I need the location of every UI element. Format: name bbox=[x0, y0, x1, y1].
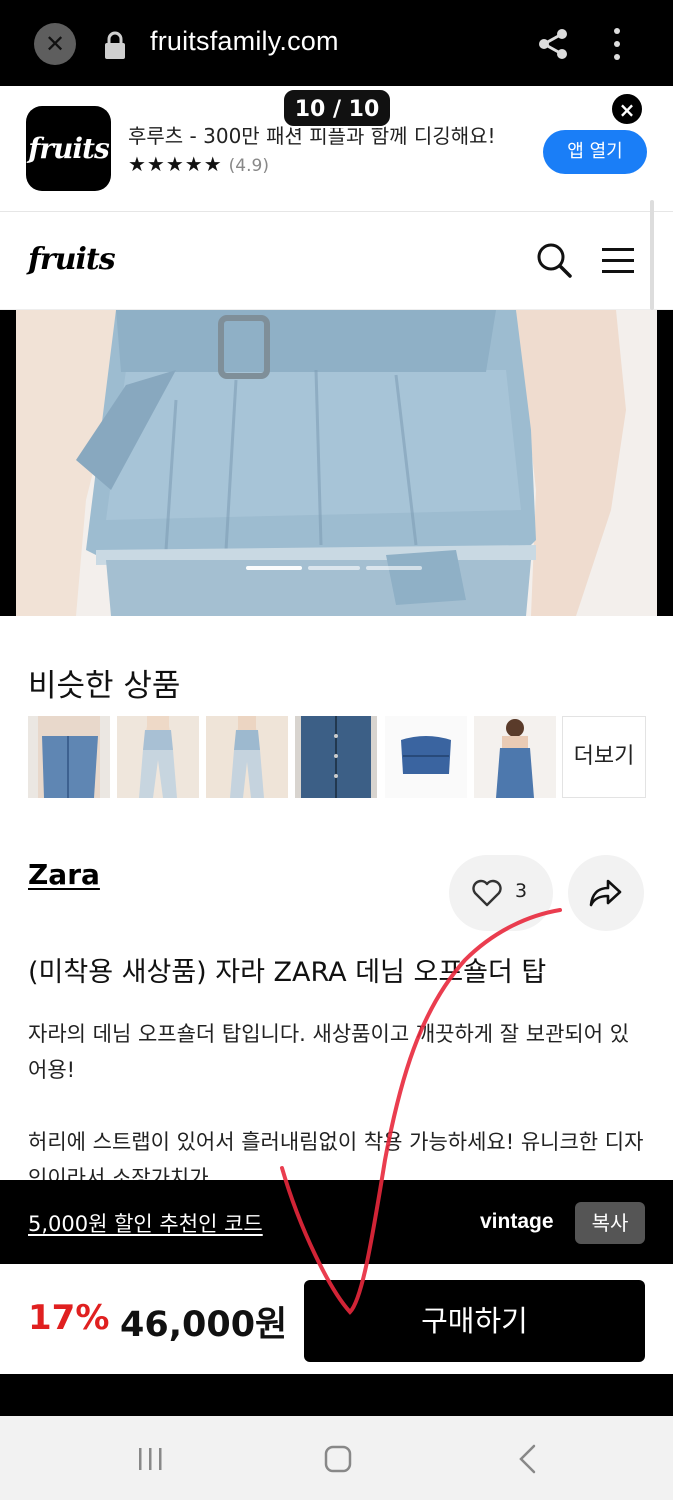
similar-item-thumbnail[interactable] bbox=[28, 716, 110, 798]
banner-close-icon[interactable]: × bbox=[610, 92, 644, 126]
image-pagination bbox=[246, 566, 426, 570]
product-content: 비슷한 상품 더보기 Zara 3 (미착용 새상품) 자라 ZARA 데님 오… bbox=[0, 616, 673, 1180]
rating-value: (4.9) bbox=[228, 156, 269, 176]
page-counter: 10 / 10 bbox=[282, 88, 392, 128]
similar-item-thumbnail[interactable] bbox=[385, 716, 467, 798]
product-description: 자라의 데님 오프숄더 탑입니다. 새상품이고 깨끗하게 잘 보관되어 있어용!… bbox=[28, 1016, 648, 1180]
like-button[interactable]: 3 bbox=[449, 855, 553, 931]
open-app-button[interactable]: 앱 열기 bbox=[543, 130, 647, 174]
bottom-strip bbox=[0, 1374, 673, 1416]
share-icon[interactable] bbox=[536, 27, 570, 61]
similar-items-title: 비슷한 상품 bbox=[28, 668, 181, 704]
similar-item-thumbnail[interactable] bbox=[117, 716, 199, 798]
brand-link[interactable]: Zara bbox=[28, 858, 100, 891]
similar-item-thumbnail[interactable] bbox=[206, 716, 288, 798]
back-icon[interactable] bbox=[516, 1444, 540, 1474]
referral-code-link[interactable]: 5,000원 할인 추천인 코드 bbox=[28, 1208, 263, 1238]
similar-item-thumbnail[interactable] bbox=[474, 716, 556, 798]
share-button[interactable] bbox=[568, 855, 644, 931]
share-arrow-icon bbox=[589, 879, 622, 907]
system-nav-bar bbox=[0, 1416, 673, 1500]
description-paragraph: 자라의 데님 오프숄더 탑입니다. 새상품이고 깨끗하게 잘 보관되어 있어용! bbox=[28, 1022, 630, 1082]
buy-button[interactable]: 구매하기 bbox=[304, 1280, 645, 1362]
product-photo bbox=[16, 310, 657, 616]
hamburger-menu-icon[interactable] bbox=[602, 246, 634, 274]
similar-item-thumbnail[interactable] bbox=[295, 716, 377, 798]
referral-code: vintage bbox=[480, 1210, 554, 1233]
discount-rate: 17% bbox=[28, 1298, 110, 1338]
rating-stars: ★★★★★ bbox=[128, 152, 223, 176]
like-count: 3 bbox=[515, 880, 528, 902]
url-bar[interactable]: fruitsfamily.com bbox=[150, 26, 339, 57]
heart-icon bbox=[472, 879, 502, 907]
scrollbar-thumb[interactable] bbox=[650, 200, 654, 310]
pagination-dot bbox=[366, 566, 422, 570]
pagination-dot bbox=[246, 566, 302, 570]
description-paragraph: 허리에 스트랩이 있어서 흘러내림없이 착용 가능하세요! 유니크한 디자인이라… bbox=[28, 1130, 644, 1180]
search-icon[interactable] bbox=[536, 242, 572, 278]
lock-icon bbox=[105, 31, 125, 59]
pagination-dot bbox=[308, 566, 360, 570]
app-logo: fruits bbox=[26, 106, 111, 191]
more-similar-button[interactable]: 더보기 bbox=[562, 716, 646, 798]
close-tab-icon[interactable]: ✕ bbox=[34, 23, 76, 65]
browser-toolbar: ✕ fruitsfamily.com bbox=[0, 0, 673, 86]
copy-code-button[interactable]: 복사 bbox=[575, 1202, 645, 1244]
referral-code-bar: 5,000원 할인 추천인 코드 vintage 복사 bbox=[0, 1180, 673, 1264]
recent-apps-icon[interactable] bbox=[136, 1446, 166, 1472]
banner-rating: ★★★★★ (4.9) bbox=[128, 152, 269, 176]
site-logo[interactable]: fruits bbox=[28, 242, 116, 277]
home-icon[interactable] bbox=[324, 1444, 352, 1474]
price: 46,000원 bbox=[120, 1305, 288, 1345]
site-header: fruits bbox=[0, 212, 673, 310]
purchase-bar: 17% 46,000원 구매하기 bbox=[0, 1264, 673, 1374]
more-options-icon[interactable] bbox=[602, 26, 632, 62]
product-title: (미착용 새상품) 자라 ZARA 데님 오프숄더 탑 bbox=[28, 957, 547, 988]
product-image[interactable] bbox=[16, 310, 657, 616]
